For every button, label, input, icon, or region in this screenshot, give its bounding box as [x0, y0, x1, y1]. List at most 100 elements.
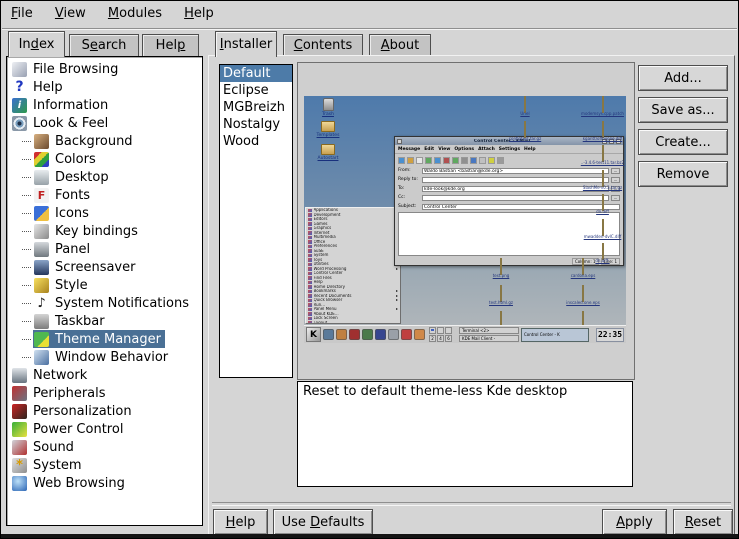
save-as-button[interactable]: Save as... — [638, 97, 728, 123]
k-menu-item-icon — [308, 290, 312, 294]
mail-field-label: From: — [398, 168, 422, 173]
theme-item-nostalgy[interactable]: Nostalgy — [220, 116, 292, 133]
tree-item-power-control[interactable]: Power Control — [7, 420, 202, 438]
k-menu-item-icon — [308, 294, 312, 298]
tree-item-colors[interactable]: Colors — [7, 150, 202, 168]
file-icon-entry: Uriel — [502, 97, 548, 117]
k-menu-item-icon — [308, 317, 312, 321]
module-tree: File Browsing ? Help i Information — [6, 56, 203, 526]
panel-app-icon — [336, 329, 347, 340]
theme-item-default[interactable]: Default — [220, 65, 292, 82]
help-button[interactable]: Help — [213, 509, 268, 535]
task-button: Terminal <2> — [459, 327, 519, 334]
peripherals-icon — [12, 386, 27, 401]
desktop-icon-label: Autostart — [306, 156, 350, 161]
tree-item-label: Information — [33, 98, 108, 113]
theme-item-mgbreizh[interactable]: MGBreizh — [220, 99, 292, 116]
tree-item-label: Window Behavior — [55, 350, 168, 365]
tree-item-peripherals[interactable]: Peripherals — [7, 384, 202, 402]
theme-item-wood[interactable]: Wood — [220, 133, 292, 150]
tree-item-taskbar[interactable]: Taskbar — [7, 312, 202, 330]
tree-item-fonts[interactable]: F Fonts — [7, 186, 202, 204]
tree-item-key-bindings[interactable]: Key bindings — [7, 222, 202, 240]
tree-connector — [22, 267, 31, 268]
folder-icon — [321, 121, 335, 132]
pager-cell — [445, 327, 452, 334]
panel-app-icon — [401, 329, 412, 340]
tree-item-icons[interactable]: Icons — [7, 204, 202, 222]
theme-description: Reset to default theme-less Kde desktop — [297, 381, 633, 487]
file-icon — [524, 121, 526, 138]
tab-contents[interactable]: Contents — [283, 34, 363, 57]
tree-item-look-and-feel[interactable]: Look & Feel — [7, 114, 202, 132]
file-label: SlashMe-v0.3.tar.gz — [580, 186, 625, 191]
file-icon-entry: inscaled.one.eps — [540, 286, 626, 306]
tree-item-help[interactable]: ? Help — [7, 78, 202, 96]
menubar-item-help[interactable]: Help — [175, 2, 223, 24]
file-icon-entry: test.html.gz — [464, 286, 538, 306]
tab-search[interactable]: Search — [69, 34, 139, 57]
desktop-icon — [34, 170, 49, 185]
tree-item-label: Personalization — [33, 404, 132, 419]
tree-item-label: Fonts — [55, 188, 90, 203]
desktop-icon: Trash — [306, 98, 350, 117]
remove-button[interactable]: Remove — [638, 161, 728, 187]
apply-button[interactable]: Apply — [602, 509, 667, 535]
tab-help[interactable]: Help — [142, 34, 199, 57]
tree-item-file-browsing[interactable]: File Browsing — [7, 60, 202, 78]
kde-panel: K — [304, 325, 626, 343]
tree-item-label: Web Browsing — [33, 476, 125, 491]
tree-item-information[interactable]: i Information — [7, 96, 202, 114]
menubar-item-modules[interactable]: Modules — [99, 2, 171, 24]
reset-button[interactable]: Reset — [673, 509, 733, 535]
menubar-item-file[interactable]: File — [2, 2, 42, 24]
tree-item-label: Theme Manager — [55, 332, 161, 347]
desktop-files-right: modemsys.cpp.patch kgantt/offbyone.diff … — [580, 97, 625, 269]
menubar-item-view[interactable]: View — [46, 2, 95, 24]
use-defaults-button[interactable]: Use Defaults — [273, 509, 373, 535]
tree-item-style[interactable]: Style — [7, 276, 202, 294]
add-button[interactable]: Add... — [638, 65, 728, 91]
create-button[interactable]: Create... — [638, 129, 728, 155]
tree-item-system-notifications[interactable]: ♪ System Notifications — [7, 294, 202, 312]
mail-menu-item: Attach — [478, 147, 495, 152]
tree-item-network[interactable]: Network — [7, 366, 202, 384]
trash-icon — [323, 98, 334, 111]
tab-index[interactable]: Index — [8, 31, 65, 57]
drive-icon — [12, 62, 27, 77]
tree-item-personalization[interactable]: Personalization — [7, 402, 202, 420]
taskbar-icon — [34, 314, 49, 329]
mail-toolbar-icon — [488, 157, 495, 164]
file-label: dn.diff — [580, 210, 625, 215]
mail-toolbar-icon — [497, 157, 504, 164]
theme-description-text: Reset to default theme-less Kde desktop — [303, 384, 567, 399]
k-menu-item-icon — [308, 231, 312, 235]
keys-icon — [34, 224, 49, 239]
mail-field-label: Subject: — [398, 204, 422, 209]
tree-item-background[interactable]: Background — [7, 132, 202, 150]
tree-item-screensaver[interactable]: Screensaver — [7, 258, 202, 276]
tree-item-system[interactable]: * System — [7, 456, 202, 474]
file-label: kgantt/offbyone.diff — [580, 137, 625, 142]
tree-item-panel[interactable]: Panel — [7, 240, 202, 258]
tree-item-theme-manager[interactable]: Theme Manager — [7, 330, 202, 348]
tab-installer[interactable]: Installer — [215, 31, 277, 57]
theme-item-eclipse[interactable]: Eclipse — [220, 82, 292, 99]
k-menu-item-icon — [308, 254, 312, 258]
mail-toolbar-icon — [470, 157, 477, 164]
tab-about[interactable]: About — [369, 34, 431, 57]
tree-item-desktop[interactable]: Desktop — [7, 168, 202, 186]
k-menu-item-icon — [308, 240, 312, 244]
windows-icon — [34, 350, 49, 365]
tree-item-window-behavior[interactable]: Window Behavior — [7, 348, 202, 366]
file-icon — [602, 121, 604, 138]
theme-list[interactable]: Default Eclipse MGBreizh Nostalgy Wood — [219, 64, 293, 378]
menubar: File View Modules Help — [2, 2, 737, 29]
tree-item-label: System — [33, 458, 81, 473]
tree-item-sound[interactable]: Sound — [7, 438, 202, 456]
file-icon-entry: cardona.eps — [540, 259, 626, 279]
panel-icon — [34, 242, 49, 257]
network-icon — [12, 368, 27, 383]
tree-item-web-browsing[interactable]: Web Browsing — [7, 474, 202, 492]
k-menu-item-icon — [308, 272, 312, 276]
